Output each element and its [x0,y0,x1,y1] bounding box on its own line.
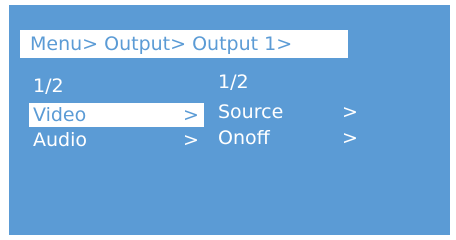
menu-item-audio-arrow: > [183,129,199,151]
submenu-item-source-arrow: > [342,101,358,123]
breadcrumb: Menu> Output> Output 1> [20,30,348,58]
left-page-indicator: 1/2 [33,75,64,97]
menu-item-video-label[interactable]: Video [33,103,86,127]
submenu-item-onoff-label[interactable]: Onoff [218,126,270,150]
right-page-indicator: 1/2 [218,71,249,93]
submenu-item-source-label[interactable]: Source [218,100,283,124]
submenu-item-onoff-arrow: > [342,127,358,149]
menu-item-audio-label[interactable]: Audio [33,128,87,152]
menu-item-video-arrow: > [183,104,199,126]
